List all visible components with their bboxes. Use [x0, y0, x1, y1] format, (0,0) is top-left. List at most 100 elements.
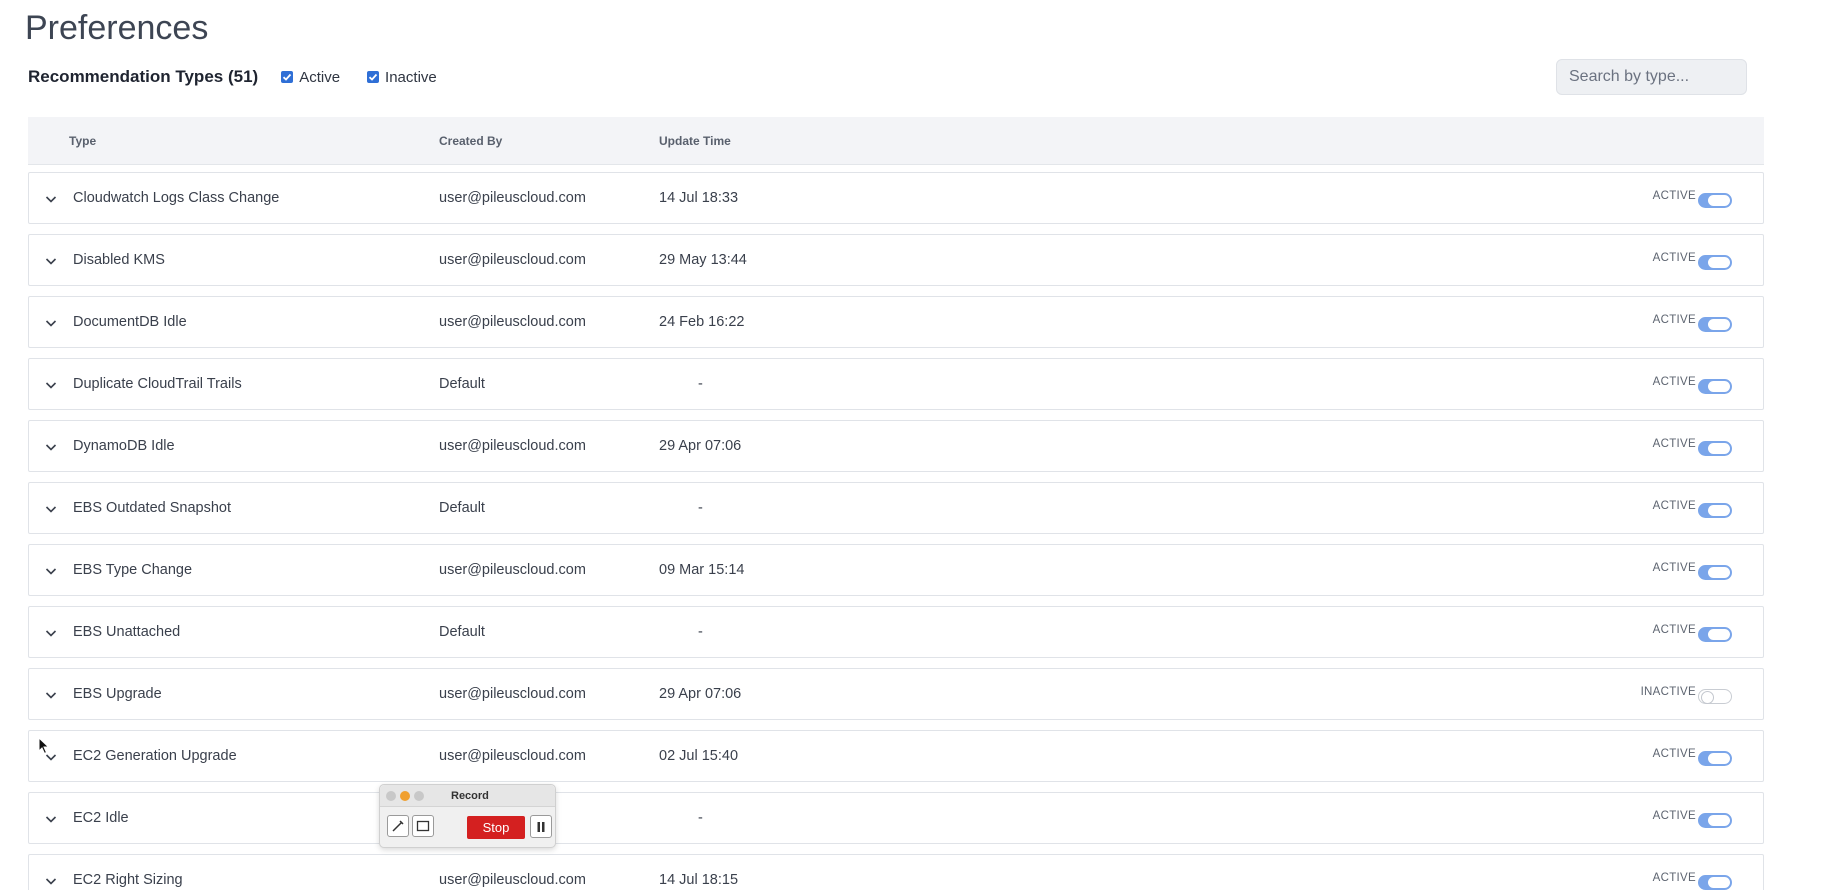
- table-row[interactable]: DynamoDB Idle user@pileuscloud.com 29 Apr …: [28, 420, 1764, 472]
- cell-type: EC2 Idle: [73, 810, 129, 826]
- status-toggle[interactable]: [1698, 875, 1732, 890]
- cell-type: Cloudwatch Logs Class Change: [73, 190, 280, 206]
- pen-tool-button[interactable]: [387, 815, 409, 837]
- table-row[interactable]: EBS Outdated Snapshot Default - ACTIVE: [28, 482, 1764, 534]
- cell-type: DocumentDB Idle: [73, 314, 187, 330]
- mouse-cursor-icon: [38, 736, 50, 760]
- chevron-down-icon[interactable]: [43, 501, 59, 517]
- filter-toolbar: Recommendation Types (51) Active Inactiv…: [28, 64, 464, 90]
- cell-created-by: user@pileuscloud.com: [439, 438, 586, 454]
- inactive-filter[interactable]: Inactive: [367, 69, 437, 86]
- chevron-down-icon[interactable]: [43, 687, 59, 703]
- cell-type: EBS Outdated Snapshot: [73, 500, 231, 516]
- recorder-titlebar[interactable]: Record: [380, 785, 555, 807]
- table-row[interactable]: Disabled KMS user@pileuscloud.com 29 May 1…: [28, 234, 1764, 286]
- status-toggle[interactable]: [1698, 565, 1732, 580]
- table-row[interactable]: EBS Upgrade user@pileuscloud.com 29 Apr 07…: [28, 668, 1764, 720]
- table-row[interactable]: Cloudwatch Logs Class Change user@pileusc…: [28, 172, 1764, 224]
- status-toggle[interactable]: [1698, 503, 1732, 518]
- status-label: ACTIVE: [1652, 872, 1696, 884]
- recorder-title: Record: [451, 790, 489, 802]
- status-label: ACTIVE: [1652, 438, 1696, 450]
- cell-type: Duplicate CloudTrail Trails: [73, 376, 242, 392]
- status-toggle[interactable]: [1698, 193, 1732, 208]
- chevron-down-icon[interactable]: [43, 253, 59, 269]
- chevron-down-icon[interactable]: [43, 377, 59, 393]
- cell-update-time: -: [698, 810, 703, 826]
- chevron-down-icon[interactable]: [43, 563, 59, 579]
- status-label: ACTIVE: [1652, 314, 1696, 326]
- chevron-down-icon[interactable]: [43, 315, 59, 331]
- status-label: ACTIVE: [1652, 748, 1696, 760]
- table-row[interactable]: EC2 Generation Upgrade user@pileuscloud.c…: [28, 730, 1764, 782]
- cell-type: EBS Type Change: [73, 562, 193, 578]
- cell-type: EC2 Generation Upgrade: [73, 748, 237, 764]
- status-label: ACTIVE: [1652, 500, 1696, 512]
- chevron-down-icon[interactable]: [43, 811, 59, 827]
- chevron-down-icon[interactable]: [43, 625, 59, 641]
- status-toggle[interactable]: [1698, 317, 1732, 332]
- status-toggle[interactable]: [1698, 379, 1732, 394]
- status-toggle[interactable]: [1698, 751, 1732, 766]
- chevron-down-icon[interactable]: [43, 439, 59, 455]
- screen-recorder-widget: Record Stop: [379, 784, 556, 848]
- cell-update-time: 02 Jul 15:40: [659, 748, 739, 764]
- status-toggle[interactable]: [1698, 689, 1732, 704]
- active-filter[interactable]: Active: [281, 69, 340, 86]
- cell-update-time: 29 Apr 07:06: [659, 438, 742, 454]
- table-header: Type Created By Update Time: [28, 117, 1764, 165]
- status-label: ACTIVE: [1652, 252, 1696, 264]
- section-heading: Recommendation Types (51): [28, 67, 259, 86]
- status-toggle[interactable]: [1698, 255, 1732, 270]
- cell-created-by: Default: [439, 376, 485, 392]
- cell-created-by: user@pileuscloud.com: [439, 314, 586, 330]
- cell-update-time: -: [698, 624, 703, 640]
- cell-created-by: user@pileuscloud.com: [439, 252, 586, 268]
- cell-update-time: -: [698, 500, 703, 516]
- table-row[interactable]: DocumentDB Idle user@pileuscloud.com 24 Fe…: [28, 296, 1764, 348]
- pause-icon: [537, 821, 545, 832]
- status-toggle[interactable]: [1698, 441, 1732, 456]
- chevron-down-icon[interactable]: [43, 191, 59, 207]
- table-row[interactable]: Duplicate CloudTrail Trails Default - ACTIV…: [28, 358, 1764, 410]
- close-window-icon[interactable]: [386, 791, 396, 801]
- status-label: ACTIVE: [1652, 376, 1696, 388]
- active-checkbox[interactable]: [281, 71, 294, 83]
- search-input[interactable]: Search by type...: [1556, 59, 1747, 95]
- search-placeholder: Search by type...: [1569, 68, 1690, 85]
- cell-update-time: 24 Feb 16:22: [659, 314, 745, 330]
- column-header-update-time[interactable]: Update Time: [659, 134, 731, 148]
- cell-created-by: user@pileuscloud.com: [439, 872, 586, 888]
- chevron-down-icon[interactable]: [43, 873, 59, 889]
- column-header-type[interactable]: Type: [69, 134, 96, 148]
- cell-update-time: -: [698, 376, 703, 392]
- table-row[interactable]: EBS Type Change user@pileuscloud.com 09 Ma…: [28, 544, 1764, 596]
- minimize-window-icon[interactable]: [400, 791, 410, 801]
- cell-created-by: user@pileuscloud.com: [439, 190, 586, 206]
- cell-update-time: 29 May 13:44: [659, 252, 747, 268]
- inactive-filter-label: Inactive: [385, 68, 437, 86]
- cell-created-by: Default: [439, 500, 485, 516]
- zoom-window-icon[interactable]: [414, 791, 424, 801]
- cell-update-time: 29 Apr 07:06: [659, 686, 742, 702]
- table-row[interactable]: EC2 Right Sizing user@pileuscloud.com 14 J…: [28, 854, 1764, 890]
- cell-type: Disabled KMS: [73, 252, 165, 268]
- window-capture-button[interactable]: [412, 815, 434, 837]
- cell-type: EBS Unattached: [73, 624, 181, 640]
- cell-update-time: 14 Jul 18:33: [659, 190, 739, 206]
- status-label: INACTIVE: [1640, 686, 1696, 698]
- status-toggle[interactable]: [1698, 627, 1732, 642]
- cell-update-time: 09 Mar 15:14: [659, 562, 745, 578]
- page-title: Preferences: [25, 9, 209, 47]
- recommendation-types-list: Cloudwatch Logs Class Change user@pileusc…: [28, 172, 1764, 890]
- pause-recording-button[interactable]: [530, 815, 552, 838]
- column-header-created-by[interactable]: Created By: [439, 134, 502, 148]
- status-label: ACTIVE: [1652, 810, 1696, 822]
- status-label: ACTIVE: [1652, 624, 1696, 636]
- status-toggle[interactable]: [1698, 813, 1732, 828]
- table-row[interactable]: EBS Unattached Default - ACTIVE: [28, 606, 1764, 658]
- stop-recording-button[interactable]: Stop: [467, 816, 525, 839]
- cell-created-by: user@pileuscloud.com: [439, 686, 586, 702]
- table-row[interactable]: EC2 Idle - ACTIVE: [28, 792, 1764, 844]
- inactive-checkbox[interactable]: [367, 71, 380, 83]
